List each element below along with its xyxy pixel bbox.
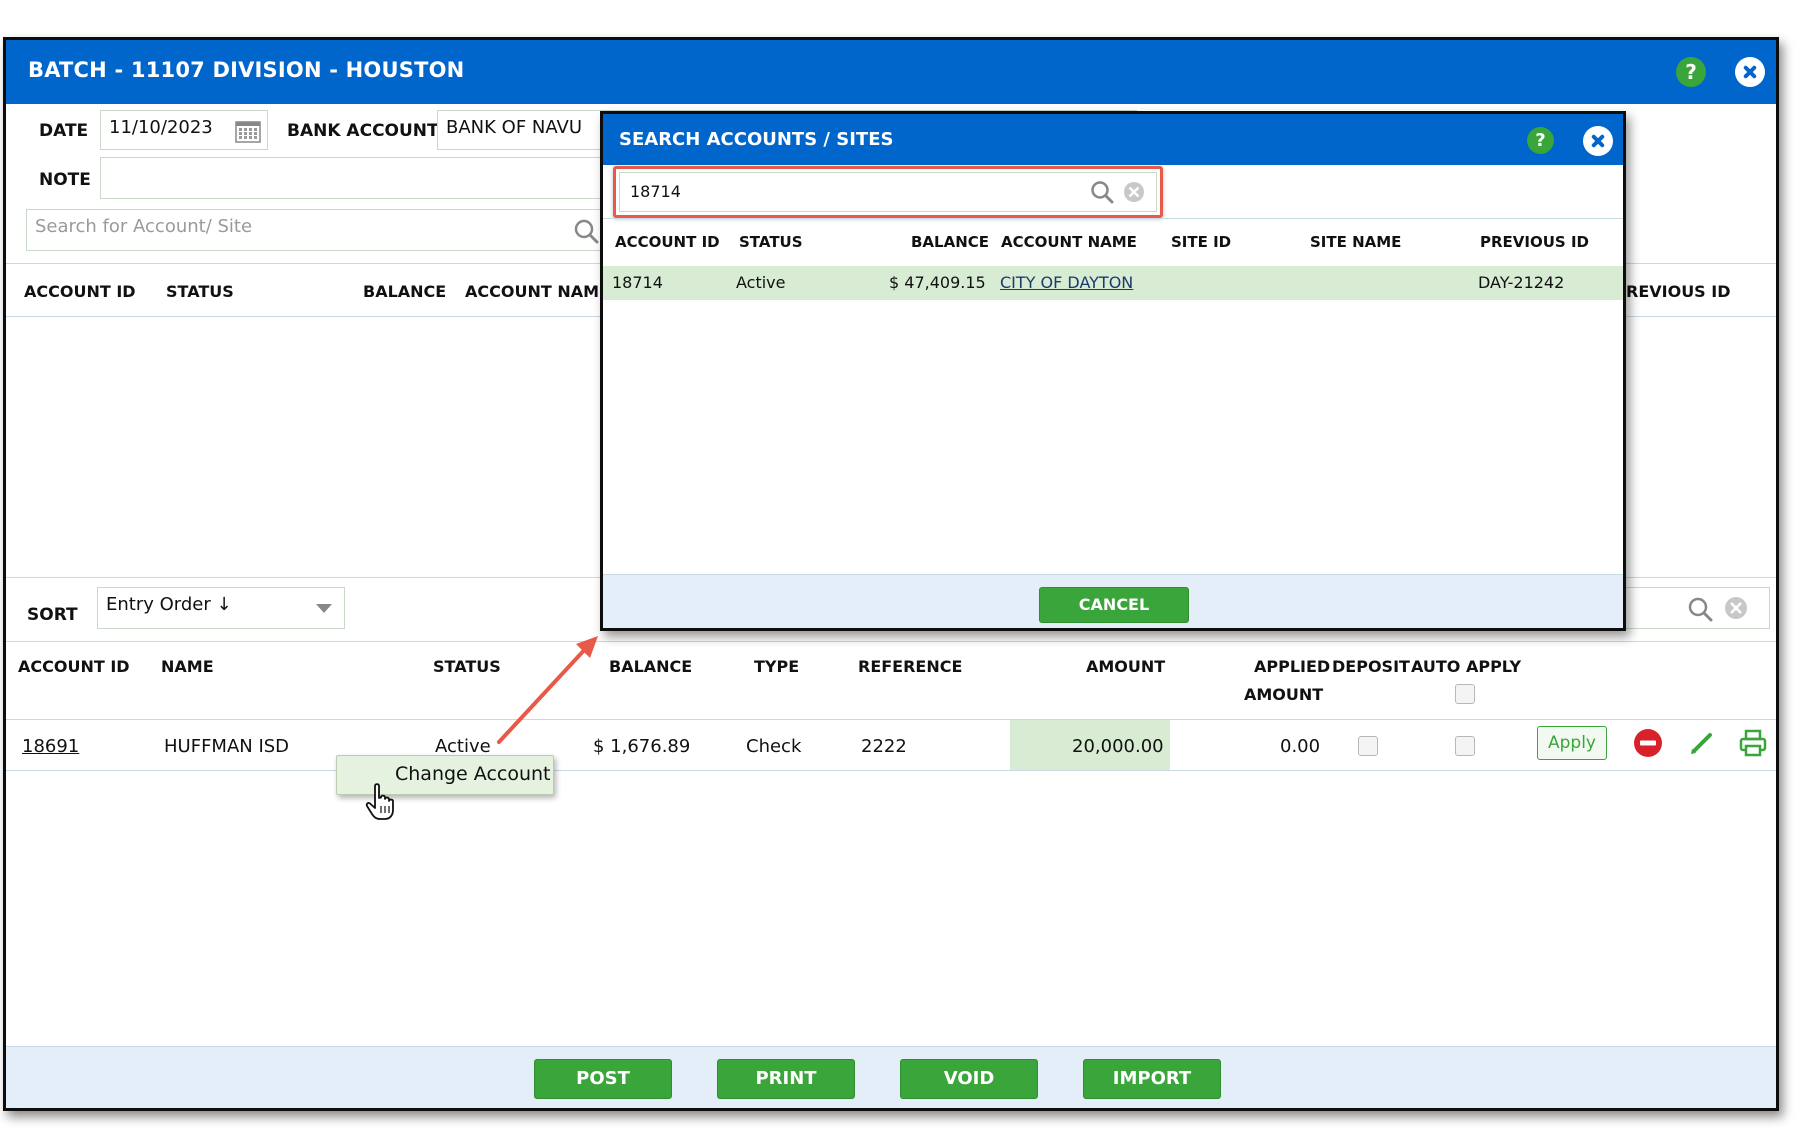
divider	[603, 218, 1623, 219]
dialog-header-previous-id: PREVIOUS ID	[1480, 233, 1589, 251]
apply-button[interactable]: Apply	[1537, 726, 1607, 760]
cancel-button[interactable]: CANCEL	[1039, 587, 1189, 623]
lower-header-applied-amount: AMOUNT	[1244, 685, 1324, 704]
bank-account-label: BANK ACCOUNT	[287, 121, 439, 141]
lower-header-account-id: ACCOUNT ID	[18, 657, 130, 676]
divider	[6, 641, 1776, 642]
void-button[interactable]: VOID	[900, 1059, 1038, 1099]
edit-pencil-icon[interactable]	[1689, 730, 1715, 756]
deposit-checkbox[interactable]	[1358, 736, 1378, 756]
row-reference: 2222	[861, 736, 907, 757]
print-icon[interactable]	[1738, 728, 1768, 758]
lower-header-reference: REFERENCE	[858, 657, 963, 676]
upper-header-previous-id: REVIOUS ID	[1626, 282, 1731, 301]
row-name: HUFFMAN ISD	[164, 736, 290, 757]
post-button[interactable]: POST	[534, 1059, 672, 1099]
annotation-arrow	[497, 636, 598, 744]
dialog-header-site-name: SITE NAME	[1310, 233, 1402, 251]
upper-header-account-name: ACCOUNT NAM	[465, 282, 600, 301]
lower-header-amount: AMOUNT	[1086, 657, 1166, 676]
result-previous-id: DAY-21242	[1478, 273, 1565, 292]
lower-header-applied: APPLIED	[1254, 657, 1331, 676]
dialog-header-status: STATUS	[739, 233, 803, 251]
row-account-id-link[interactable]: 18691	[22, 736, 79, 757]
search-accounts-dialog: SEARCH ACCOUNTS / SITES ? 18714 ACCOUNT …	[600, 111, 1626, 631]
sort-select[interactable]: Entry Order ↓	[97, 587, 345, 629]
dialog-result-row[interactable]: 18714 Active $ 47,409.15 CITY OF DAYTON …	[603, 266, 1623, 300]
help-icon[interactable]: ?	[1676, 57, 1706, 87]
close-icon[interactable]	[1735, 57, 1765, 87]
lower-header-name: NAME	[161, 657, 214, 676]
title-bar: BATCH - 11107 DIVISION - HOUSTON ?	[6, 40, 1776, 104]
date-label: DATE	[39, 121, 89, 141]
lower-header-type: TYPE	[754, 657, 800, 676]
clear-icon[interactable]	[1724, 596, 1748, 620]
divider	[6, 719, 1776, 720]
row-status[interactable]: Active	[435, 736, 491, 757]
account-search-placeholder: Search for Account/ Site	[35, 216, 253, 237]
date-value: 11/10/2023	[109, 117, 213, 138]
delete-icon[interactable]	[1633, 728, 1663, 758]
dialog-help-icon[interactable]: ?	[1527, 127, 1554, 154]
row-amount[interactable]: 20,000.00	[1072, 736, 1164, 757]
search-icon[interactable]	[573, 218, 599, 244]
search-icon[interactable]	[1089, 179, 1115, 205]
dialog-header-account-name: ACCOUNT NAME	[1001, 233, 1137, 251]
lower-header-auto-apply: AUTO APPLY	[1411, 657, 1522, 676]
sort-value: Entry Order ↓	[106, 594, 232, 615]
lower-header-balance: BALANCE	[609, 657, 693, 676]
window-title: BATCH - 11107 DIVISION - HOUSTON	[28, 58, 465, 82]
upper-header-balance: BALANCE	[363, 282, 447, 301]
clear-icon[interactable]	[1122, 180, 1146, 204]
dialog-header-site-id: SITE ID	[1171, 233, 1232, 251]
dialog-close-icon[interactable]	[1583, 126, 1613, 156]
search-icon[interactable]	[1686, 595, 1714, 623]
dialog-title-bar: SEARCH ACCOUNTS / SITES ?	[603, 114, 1623, 165]
note-label: NOTE	[39, 170, 91, 190]
result-account-name-link[interactable]: CITY OF DAYTON	[1000, 273, 1133, 292]
result-balance: $ 47,409.15	[889, 273, 986, 292]
auto-apply-all-checkbox[interactable]	[1455, 684, 1475, 704]
chevron-down-icon[interactable]	[316, 604, 332, 614]
calendar-icon[interactable]	[235, 119, 261, 143]
dialog-title: SEARCH ACCOUNTS / SITES	[619, 129, 894, 150]
auto-apply-checkbox[interactable]	[1455, 736, 1475, 756]
footer-bar: POST PRINT REPORT VOID IMPORT	[6, 1046, 1776, 1108]
print-report-button[interactable]: PRINT REPORT	[717, 1059, 855, 1108]
result-status: Active	[736, 273, 786, 292]
row-type: Check	[746, 736, 802, 757]
sort-label: SORT	[27, 605, 78, 625]
dialog-search-value: 18714	[630, 182, 681, 201]
hand-cursor-icon	[365, 783, 394, 820]
result-account-id: 18714	[612, 273, 663, 292]
bank-account-value: BANK OF NAVU	[446, 117, 583, 138]
dialog-header-balance: BALANCE	[911, 233, 990, 251]
dialog-header-account-id: ACCOUNT ID	[615, 233, 720, 251]
import-button[interactable]: IMPORT	[1083, 1059, 1221, 1099]
divider	[6, 770, 1776, 771]
dialog-footer: CANCEL	[603, 574, 1623, 628]
lower-header-deposit: DEPOSIT	[1332, 657, 1410, 676]
dialog-search-input[interactable]: 18714	[619, 172, 1157, 212]
upper-header-account-id: ACCOUNT ID	[24, 282, 136, 301]
account-search-input[interactable]: Search for Account/ Site	[26, 209, 606, 251]
row-applied-amount: 0.00	[1280, 736, 1321, 757]
upper-header-status: STATUS	[166, 282, 234, 301]
